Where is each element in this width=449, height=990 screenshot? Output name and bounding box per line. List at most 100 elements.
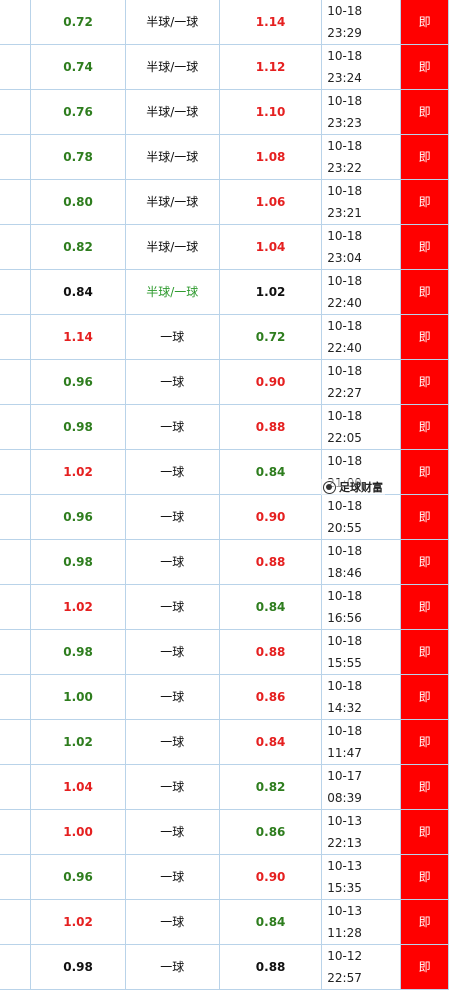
home-odds-cell: 0.74	[30, 44, 126, 90]
watermark-text: 足球财富	[339, 481, 383, 494]
handicap-cell: 一球	[125, 854, 220, 900]
odds-row: 0.76 半球/一球 1.10 10-18 23:23 即	[0, 89, 449, 135]
live-odds-button[interactable]: 即	[400, 44, 449, 90]
change-time-cell: 10-18 23:23	[321, 89, 402, 135]
away-odds-cell: 0.90	[219, 359, 323, 405]
change-time-cell: 10-18 20:55	[321, 494, 402, 540]
live-odds-button[interactable]: 即	[400, 674, 449, 720]
change-time-cell: 10-18 11:47	[321, 719, 402, 765]
odds-row: 1.14 一球 0.72 10-18 22:40 即	[0, 314, 449, 360]
change-time-cell: 10-18 22:05	[321, 404, 402, 450]
away-odds-cell: 1.10	[219, 89, 323, 135]
row-spacer-cell	[0, 449, 32, 495]
handicap-cell: 一球	[125, 809, 220, 855]
away-odds-cell: 0.88	[219, 629, 323, 675]
row-spacer-cell	[0, 944, 32, 990]
live-odds-button[interactable]: 即	[400, 764, 449, 810]
live-odds-button[interactable]: 即	[400, 134, 449, 180]
handicap-cell: 半球/一球	[125, 179, 220, 225]
odds-row: 0.98 一球 0.88 10-18 15:55 即	[0, 629, 449, 675]
handicap-cell: 半球/一球	[125, 224, 220, 270]
handicap-cell: 一球	[125, 359, 220, 405]
handicap-cell: 一球	[125, 404, 220, 450]
live-odds-button[interactable]: 即	[400, 404, 449, 450]
away-odds-cell: 0.88	[219, 944, 323, 990]
live-odds-button[interactable]: 即	[400, 944, 449, 990]
home-odds-cell: 0.98	[30, 539, 126, 585]
away-odds-cell: 0.88	[219, 539, 323, 585]
odds-row: 0.80 半球/一球 1.06 10-18 23:21 即	[0, 179, 449, 225]
home-odds-cell: 0.96	[30, 494, 126, 540]
away-odds-cell: 0.84	[219, 584, 323, 630]
live-odds-button[interactable]: 即	[400, 0, 449, 45]
live-odds-button[interactable]: 即	[400, 719, 449, 765]
row-spacer-cell	[0, 494, 32, 540]
home-odds-cell: 0.72	[30, 0, 126, 45]
odds-row: 0.98 一球 0.88 10-12 22:57 即	[0, 944, 449, 990]
away-odds-cell: 0.88	[219, 404, 323, 450]
handicap-cell: 一球	[125, 719, 220, 765]
live-odds-button[interactable]: 即	[400, 269, 449, 315]
handicap-cell: 一球	[125, 584, 220, 630]
home-odds-cell: 0.80	[30, 179, 126, 225]
live-odds-button[interactable]: 即	[400, 224, 449, 270]
away-odds-cell: 0.72	[219, 314, 323, 360]
odds-change-table: 0.72 半球/一球 1.14 10-18 23:29 即 0.74 半球/一球 1.12 10…	[0, 0, 449, 990]
change-time-cell: 10-18 23:04	[321, 224, 402, 270]
home-odds-cell: 1.02	[30, 449, 126, 495]
logo-icon	[323, 480, 336, 494]
handicap-cell: 半球/一球	[125, 89, 220, 135]
home-odds-cell: 1.00	[30, 674, 126, 720]
change-time-cell: 10-18 16:56	[321, 584, 402, 630]
live-odds-button[interactable]: 即	[400, 584, 449, 630]
handicap-cell: 半球/一球	[125, 269, 220, 315]
away-odds-cell: 0.84	[219, 449, 323, 495]
change-time-cell: 10-17 08:39	[321, 764, 402, 810]
change-time-cell: 10-13 22:13	[321, 809, 402, 855]
odds-row: 0.78 半球/一球 1.08 10-18 23:22 即	[0, 134, 449, 180]
handicap-cell: 一球	[125, 674, 220, 720]
odds-row: 1.00 一球 0.86 10-18 14:32 即	[0, 674, 449, 720]
odds-row: 1.02 一球 0.84 10-18 16:56 即	[0, 584, 449, 630]
change-time-cell: 10-18 23:22	[321, 134, 402, 180]
change-time-cell: 10-18 23:24	[321, 44, 402, 90]
live-odds-button[interactable]: 即	[400, 854, 449, 900]
live-odds-button[interactable]: 即	[400, 449, 449, 495]
away-odds-cell: 1.08	[219, 134, 323, 180]
away-odds-cell: 0.86	[219, 674, 323, 720]
change-time-cell: 10-18 18:46	[321, 539, 402, 585]
handicap-cell: 半球/一球	[125, 44, 220, 90]
live-odds-button[interactable]: 即	[400, 314, 449, 360]
odds-row: 0.72 半球/一球 1.14 10-18 23:29 即	[0, 0, 449, 45]
change-time-cell: 10-18 23:21	[321, 179, 402, 225]
live-odds-button[interactable]: 即	[400, 179, 449, 225]
home-odds-cell: 0.96	[30, 359, 126, 405]
row-spacer-cell	[0, 179, 32, 225]
home-odds-cell: 1.04	[30, 764, 126, 810]
live-odds-button[interactable]: 即	[400, 359, 449, 405]
live-odds-button[interactable]: 即	[400, 809, 449, 855]
away-odds-cell: 0.84	[219, 719, 323, 765]
away-odds-cell: 0.84	[219, 899, 323, 945]
live-odds-button[interactable]: 即	[400, 494, 449, 540]
odds-row: 0.82 半球/一球 1.04 10-18 23:04 即	[0, 224, 449, 270]
home-odds-cell: 0.78	[30, 134, 126, 180]
home-odds-cell: 1.02	[30, 899, 126, 945]
row-spacer-cell	[0, 539, 32, 585]
live-odds-button[interactable]: 即	[400, 539, 449, 585]
away-odds-cell: 1.12	[219, 44, 323, 90]
change-time-cell: 10-18 15:55	[321, 629, 402, 675]
live-odds-button[interactable]: 即	[400, 629, 449, 675]
handicap-cell: 一球	[125, 629, 220, 675]
handicap-cell: 一球	[125, 494, 220, 540]
row-spacer-cell	[0, 854, 32, 900]
row-spacer-cell	[0, 584, 32, 630]
row-spacer-cell	[0, 629, 32, 675]
change-time-cell: 10-12 22:57	[321, 944, 402, 990]
row-spacer-cell	[0, 89, 32, 135]
home-odds-cell: 0.76	[30, 89, 126, 135]
live-odds-button[interactable]: 即	[400, 899, 449, 945]
away-odds-cell: 1.06	[219, 179, 323, 225]
live-odds-button[interactable]: 即	[400, 89, 449, 135]
away-odds-cell: 1.14	[219, 0, 323, 45]
